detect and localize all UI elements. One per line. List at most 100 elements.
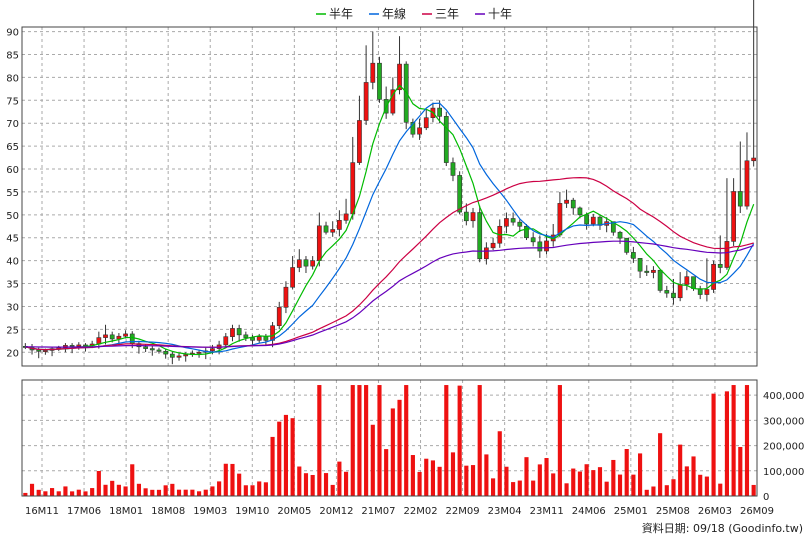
candle-body bbox=[691, 276, 696, 289]
x-tick-label: 16M11 bbox=[25, 506, 59, 517]
stock-chart: 20 25 30 35 40 45 50 55 60 65 70 75 80 85 90 0 100,000 20… bbox=[0, 0, 808, 540]
volume-bar bbox=[511, 482, 516, 496]
volume-bar bbox=[337, 461, 342, 496]
volume-bar bbox=[704, 476, 709, 496]
volume-bar bbox=[323, 473, 329, 496]
volume-bar bbox=[517, 480, 522, 496]
volume-bar bbox=[250, 485, 255, 496]
volume-bar bbox=[397, 399, 402, 496]
volume-bar bbox=[557, 385, 562, 496]
legend-label: 三年 bbox=[435, 7, 459, 21]
candle-body bbox=[210, 348, 215, 352]
x-tick-label: 22M02 bbox=[403, 506, 437, 517]
volume-bar bbox=[263, 482, 268, 496]
x-tick-label: 25M01 bbox=[614, 506, 648, 517]
volume-bar bbox=[651, 486, 656, 496]
candle-body bbox=[423, 117, 429, 129]
candle-body bbox=[577, 207, 583, 216]
volume-bar bbox=[671, 479, 676, 496]
volume-bar bbox=[56, 491, 61, 496]
volume-bar bbox=[484, 454, 489, 496]
volume-bar bbox=[163, 485, 168, 496]
price-tick-label: 25 bbox=[6, 325, 19, 336]
candle-body bbox=[330, 229, 336, 233]
candle-body bbox=[677, 284, 683, 299]
volume-bar bbox=[584, 464, 589, 496]
volume-bar bbox=[424, 458, 429, 496]
volume-bar bbox=[317, 385, 322, 496]
x-tick-label: 22M09 bbox=[446, 506, 480, 517]
candle-body bbox=[744, 160, 750, 207]
volume-bar bbox=[90, 488, 95, 496]
price-tick-label: 30 bbox=[6, 302, 19, 313]
volume-bar bbox=[571, 468, 576, 496]
volume-bar bbox=[444, 385, 449, 496]
volume-bar bbox=[70, 491, 75, 496]
candle-body bbox=[450, 162, 456, 176]
candle-body bbox=[437, 107, 442, 117]
candle-body bbox=[644, 270, 650, 273]
volume-bar bbox=[631, 474, 636, 496]
candle-body bbox=[350, 162, 356, 215]
candle-body bbox=[664, 290, 670, 294]
price-tick-label: 75 bbox=[6, 96, 19, 107]
volume-bar bbox=[123, 486, 128, 496]
candle-body bbox=[343, 213, 349, 221]
candle-body bbox=[223, 336, 229, 346]
volume-bar bbox=[243, 485, 248, 496]
candle-body bbox=[363, 82, 369, 121]
candle-body bbox=[570, 199, 576, 209]
candle-body bbox=[530, 237, 536, 243]
candle-body bbox=[751, 157, 757, 162]
candle-body bbox=[590, 216, 596, 225]
volume-bar bbox=[617, 474, 623, 496]
x-tick-label: 23M11 bbox=[530, 506, 564, 517]
volume-bar bbox=[551, 473, 556, 496]
volume-bar bbox=[330, 484, 335, 496]
volume-bar bbox=[691, 456, 696, 496]
legend-label: 十年 bbox=[488, 7, 512, 21]
price-tick-label: 80 bbox=[6, 73, 19, 84]
volume-bar bbox=[257, 481, 262, 496]
volume-bar bbox=[283, 414, 289, 496]
volume-bar bbox=[277, 421, 282, 496]
price-tick-label: 85 bbox=[6, 50, 19, 61]
volume-bar bbox=[744, 385, 750, 496]
candle-body bbox=[617, 231, 623, 239]
candle-body bbox=[236, 328, 242, 336]
volume-bar bbox=[43, 491, 48, 496]
volume-bar bbox=[103, 484, 108, 496]
candle-body bbox=[637, 258, 643, 272]
volume-bar bbox=[624, 449, 629, 496]
x-tick-label: 26M09 bbox=[740, 506, 774, 517]
candle-body bbox=[230, 328, 235, 337]
candle-body bbox=[43, 350, 48, 352]
volume-bar bbox=[230, 463, 235, 496]
volume-tick-label: 0 bbox=[763, 492, 769, 503]
volume-bar bbox=[430, 460, 436, 496]
volume-bar bbox=[63, 486, 68, 496]
volume-bar bbox=[577, 471, 583, 496]
candle-body bbox=[310, 260, 316, 267]
volume-bar bbox=[49, 488, 55, 496]
volume-bar bbox=[678, 444, 683, 496]
volume-bar bbox=[490, 478, 496, 496]
candle-body bbox=[557, 203, 563, 236]
candle-body bbox=[109, 334, 115, 340]
volume-bar bbox=[464, 465, 469, 496]
volume-bar bbox=[698, 474, 703, 496]
volume-bar bbox=[390, 408, 395, 496]
volume-bar bbox=[404, 385, 409, 496]
volume-bar bbox=[83, 491, 88, 496]
volume-bar bbox=[270, 436, 275, 496]
candle-body bbox=[490, 242, 496, 249]
volume-bar bbox=[664, 485, 669, 496]
candle-body bbox=[684, 276, 690, 285]
price-tick-label: 70 bbox=[6, 119, 19, 130]
candle-body bbox=[143, 346, 148, 349]
candle-body bbox=[76, 344, 82, 347]
candle-body bbox=[711, 263, 716, 290]
candle-body bbox=[156, 349, 162, 352]
volume-bar bbox=[711, 393, 716, 496]
volume-bar bbox=[370, 424, 375, 496]
